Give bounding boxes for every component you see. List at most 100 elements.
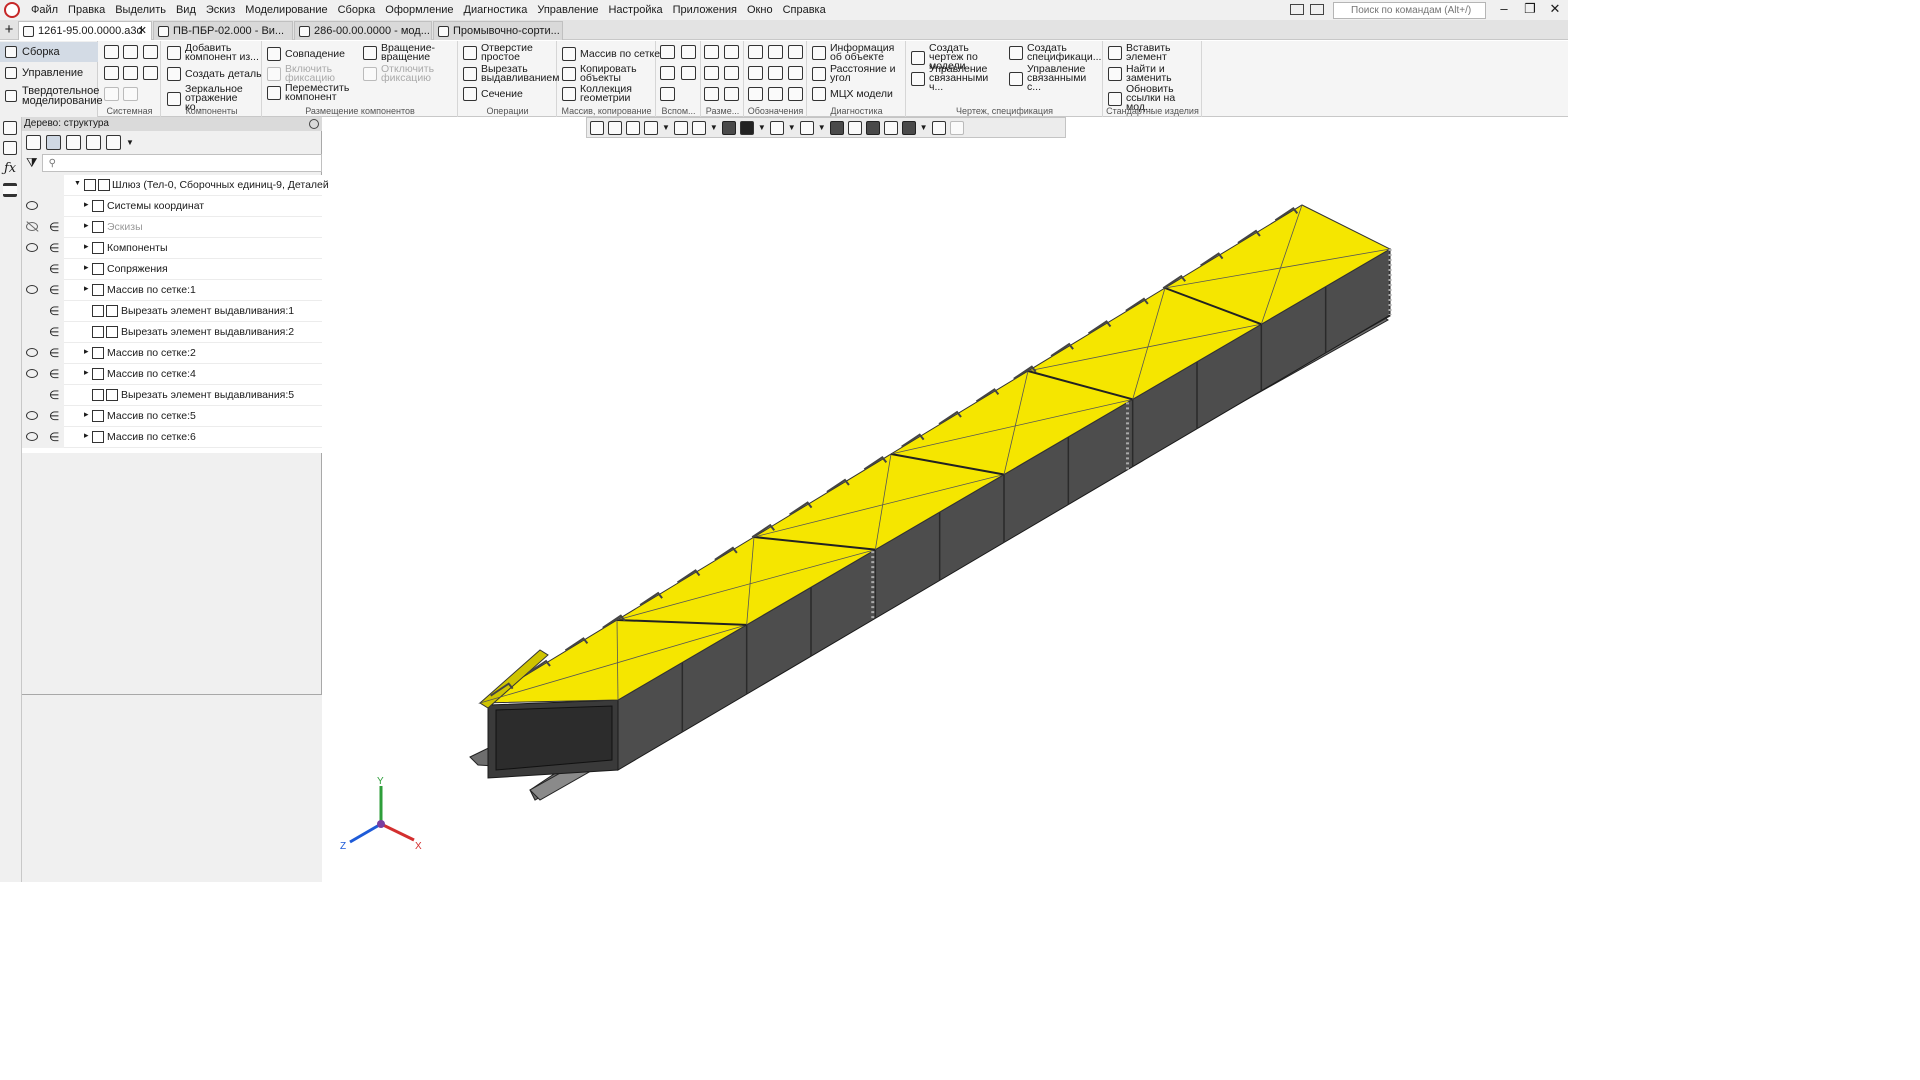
sluice-assembly-model[interactable]	[469, 204, 1392, 801]
tree-row[interactable]: ∈ ▸ Массив по сетке:4	[22, 364, 322, 385]
disable-fix-button[interactable]: Отключить фиксацию	[363, 64, 455, 83]
menu-item[interactable]: Вид	[171, 0, 201, 20]
text-icon[interactable]	[788, 87, 803, 101]
save-icon[interactable]	[143, 45, 158, 59]
save-all-icon[interactable]	[143, 66, 158, 80]
components-view-icon[interactable]	[66, 134, 81, 150]
variables-icon[interactable]: ƒx	[4, 161, 16, 176]
undo-icon[interactable]	[104, 87, 119, 101]
redo-icon[interactable]	[123, 87, 138, 101]
tree-row[interactable]: ∈ ▸ Массив по сетке:5	[22, 406, 322, 427]
include-icon[interactable]: ∈	[49, 409, 59, 423]
3d-viewport[interactable]: Y X Z	[323, 117, 1568, 882]
mass-properties-button[interactable]: МЦХ модели	[812, 87, 893, 101]
tolerance-icon[interactable]	[768, 66, 783, 80]
simple-hole-button[interactable]: Отверстие простое	[463, 43, 555, 62]
geometry-collection-button[interactable]: Коллекция геометрии	[562, 84, 654, 103]
include-icon[interactable]: ∈	[49, 241, 59, 255]
filter-mode-icon[interactable]	[106, 134, 121, 150]
tab-document-2[interactable]: ПВ-ПБР-02.000 - Ви...	[153, 21, 293, 40]
include-icon[interactable]: ∈	[49, 304, 59, 318]
selection-view-icon[interactable]	[86, 134, 101, 150]
expand-icon[interactable]: ▸	[84, 367, 89, 378]
tree-row[interactable]: ∈ ▸ Компоненты	[22, 238, 322, 259]
close-icon[interactable]: ✕	[1543, 1, 1567, 17]
layers-icon[interactable]	[3, 183, 17, 197]
include-icon[interactable]: ∈	[49, 283, 59, 297]
tree-row[interactable]: ∈ ▸ Сопряжения	[22, 259, 322, 280]
position-icon[interactable]	[768, 87, 783, 101]
camera-icon[interactable]	[1310, 4, 1324, 15]
auto-dim-icon[interactable]	[704, 87, 719, 101]
expand-icon[interactable]: ▸	[84, 262, 89, 273]
rotation-rotation-button[interactable]: Вращение-вращение	[363, 43, 455, 62]
menu-item[interactable]: Выделить	[110, 0, 171, 20]
menu-item[interactable]: Справка	[778, 0, 831, 20]
tab-close-icon[interactable]: ✕	[138, 24, 147, 37]
radius-dim-icon[interactable]	[704, 66, 719, 80]
thread-icon[interactable]	[768, 45, 783, 59]
grid-array-button[interactable]: Массив по сетке	[562, 47, 660, 61]
include-icon[interactable]: ∈	[49, 346, 59, 360]
expand-icon[interactable]: ▸	[84, 346, 89, 357]
eye-icon[interactable]	[26, 348, 38, 357]
eye-icon[interactable]	[26, 243, 38, 252]
chevron-down-icon[interactable]: ▼	[126, 138, 134, 147]
eye-icon[interactable]	[26, 369, 38, 378]
menu-item[interactable]: Моделирование	[240, 0, 332, 20]
expand-icon[interactable]: ▸	[84, 220, 89, 231]
eye-icon[interactable]	[26, 285, 38, 294]
tree-row[interactable]: ∈ ▸ Массив по сетке:1	[22, 280, 322, 301]
expand-icon[interactable]: ▸	[84, 283, 89, 294]
angle-dim-icon[interactable]	[724, 66, 739, 80]
coincidence-button[interactable]: Совпадение	[267, 47, 345, 61]
edit-dim-icon[interactable]	[724, 87, 739, 101]
tree-row[interactable]: ▸ Системы координат	[22, 196, 322, 217]
tree-view-icon[interactable]	[46, 134, 61, 150]
cs-icon[interactable]	[681, 66, 696, 80]
mode-solid-modeling[interactable]: Твердотельное моделирование	[0, 84, 103, 108]
eye-icon[interactable]	[26, 411, 38, 420]
open-file-icon[interactable]	[123, 45, 138, 59]
tree-root[interactable]: ▼ Шлюз (Тел-0, Сборочных единиц-9, Детал…	[22, 175, 329, 196]
include-icon[interactable]: ∈	[49, 262, 59, 276]
tab-document-4[interactable]: Промывочно-сорти...	[433, 21, 563, 40]
menu-item[interactable]: Настройка	[603, 0, 667, 20]
leader-icon[interactable]	[748, 45, 763, 59]
add-component-button[interactable]: Добавить компонент из...	[167, 43, 261, 62]
include-icon[interactable]: ∈	[49, 367, 59, 381]
include-icon[interactable]: ∈	[49, 325, 59, 339]
menu-item[interactable]: Диагностика	[459, 0, 533, 20]
gear-icon[interactable]	[309, 119, 319, 129]
new-file-icon[interactable]	[104, 45, 119, 59]
tree-search-input[interactable]	[41, 154, 322, 172]
tab-document-3[interactable]: 286-00.00.0000 - мод...	[294, 21, 432, 40]
diameter-dim-icon[interactable]	[724, 45, 739, 59]
new-tab-button[interactable]: +	[2, 20, 16, 39]
base-icon[interactable]	[748, 66, 763, 80]
tree-row[interactable]: ∈ ▸ Массив по сетке:6	[22, 427, 322, 448]
roughness-icon[interactable]	[788, 45, 803, 59]
menu-item[interactable]: Файл	[26, 0, 63, 20]
structure-view-icon[interactable]	[26, 134, 41, 150]
move-component-button[interactable]: Переместить компонент	[267, 83, 359, 102]
eye-icon[interactable]	[26, 201, 38, 210]
tree-row[interactable]: ∈ ▸ Массив по сетке:2	[22, 343, 322, 364]
expand-icon[interactable]: ▸	[84, 241, 89, 252]
menu-item[interactable]: Оформление	[380, 0, 458, 20]
app-logo-icon[interactable]	[4, 2, 20, 18]
expand-icon[interactable]: ▸	[84, 409, 89, 420]
menu-item[interactable]: Окно	[742, 0, 778, 20]
manage-drawings-button[interactable]: Управление связанными ч...	[911, 64, 1005, 92]
linear-dim-icon[interactable]	[704, 45, 719, 59]
create-spec-button[interactable]: Создать спецификаци...	[1009, 43, 1103, 62]
menu-item[interactable]: Эскиз	[201, 0, 240, 20]
enable-fix-button[interactable]: Включить фиксацию	[267, 64, 359, 83]
command-search-input[interactable]	[1333, 2, 1486, 19]
point-icon[interactable]	[681, 45, 696, 59]
line-icon[interactable]	[660, 87, 675, 101]
collapse-icon[interactable]: ▼	[74, 180, 81, 187]
print-icon[interactable]	[104, 66, 119, 80]
axis-icon[interactable]	[660, 45, 675, 59]
properties-icon[interactable]	[3, 141, 17, 155]
